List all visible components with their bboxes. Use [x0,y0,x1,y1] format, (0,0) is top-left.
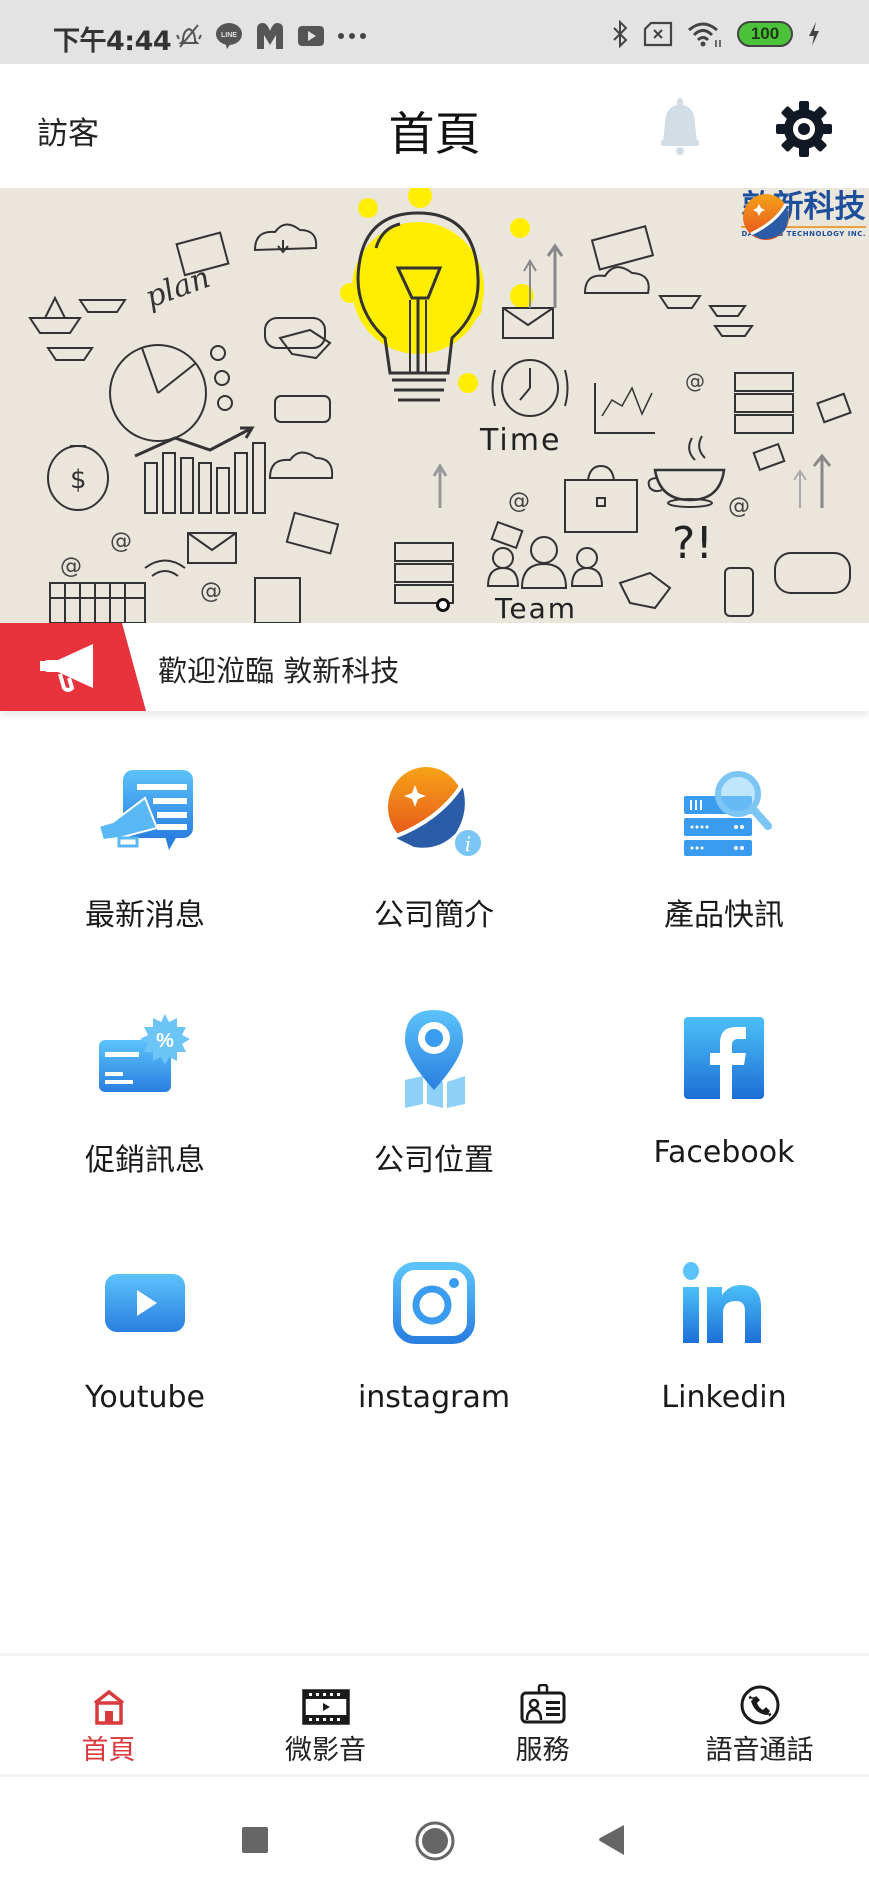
product-search-icon [684,771,772,856]
charging-icon [809,22,819,46]
youtube-icon [105,1274,185,1332]
phone-call-icon [740,1685,779,1725]
recents-square-icon [242,1827,268,1853]
news-megaphone-icon [97,770,193,850]
svg-text:@: @ [200,579,222,604]
grid-item-facebook[interactable]: Facebook [579,980,869,1225]
tab-voice-call[interactable]: 語音通話 [651,1656,868,1774]
svg-text:@: @ [728,494,750,519]
grid-item-label: 產品快訊 [664,898,784,933]
grid-item-promotions[interactable]: % 促銷訊息 [0,980,290,1225]
m-app-icon [257,23,283,49]
grid-item-youtube[interactable]: Youtube [0,1225,290,1470]
announcement-text: 歡迎涖臨 敦新科技 [158,654,400,688]
battery-icon: 100 [737,21,793,47]
grid-item-news[interactable]: 最新消息 [0,735,290,980]
megaphone-icon [40,644,93,692]
bell-icon[interactable] [655,96,705,156]
grid-item-location[interactable]: 公司位置 [289,980,579,1225]
tab-home[interactable]: 首頁 [0,1656,217,1774]
bluetooth-icon [613,20,628,48]
tab-label: 微影音 [285,1735,366,1766]
bottom-tab-bar: 首頁 微影音 服務 語音通話 [0,1653,869,1777]
wifi-icon [688,22,721,47]
grid-item-label: 公司簡介 [374,898,494,933]
mute-bell-icon [176,24,202,48]
app-header: 訪客 首頁 [0,64,869,188]
announcement-badge [0,623,146,711]
film-icon [301,1689,350,1725]
tab-label: 語音通話 [705,1735,814,1766]
svg-text:@: @ [110,529,132,554]
banner-carousel[interactable]: plan $ Time ?! Team @ @ @ @ @ @ 敦新科技 DAW… [0,188,869,623]
promo-card-icon: % [99,1014,190,1092]
svg-text:@: @ [508,489,530,514]
map-pin-icon [405,1010,465,1108]
svg-text:@: @ [685,369,705,393]
grid-item-label: 公司位置 [374,1143,494,1178]
tab-label: 服務 [515,1735,570,1766]
status-time: 下午4:44 [53,26,172,57]
system-icons: 100 [611,20,821,48]
grid-item-label: 最新消息 [85,898,205,933]
svg-text:LINE: LINE [221,32,237,39]
company-info-icon: i [388,767,483,858]
notification-icons: LINE [175,22,367,50]
instagram-icon [393,1262,475,1344]
svg-text:@: @ [60,554,82,579]
status-bar: 下午4:44 LINE 100 [0,0,869,64]
tab-label: 首頁 [81,1735,136,1766]
facebook-icon [684,1017,764,1099]
svg-text:%: % [156,1030,174,1052]
grid-item-label: Facebook [653,1135,795,1170]
grid-item-products[interactable]: 產品快訊 [579,735,869,980]
youtube-app-icon [298,26,324,46]
svg-text:plan: plan [141,260,215,315]
grid-item-linkedin[interactable]: Linkedin [579,1225,869,1470]
more-dots-icon [338,33,366,39]
carousel-indicator[interactable] [436,598,450,612]
company-logo: 敦新科技 DAWNING TECHNOLOGY INC. [741,192,866,240]
id-badge-icon [520,1684,565,1724]
linkedin-icon [683,1262,761,1343]
svg-text:Team: Team [494,592,577,623]
recents-button[interactable] [242,1827,268,1857]
grid-item-instagram[interactable]: instagram [289,1225,579,1470]
svg-text:i: i [465,832,471,856]
logo-emblem-icon [743,194,790,240]
home-circle-icon [415,1821,455,1861]
system-navigation-bar [0,1780,869,1882]
tab-services[interactable]: 服務 [434,1656,651,1774]
grid-item-label: instagram [357,1380,511,1415]
grid-item-label: 促銷訊息 [85,1143,205,1178]
back-triangle-icon [599,1825,624,1855]
back-button[interactable] [598,1825,626,1859]
gear-icon[interactable] [775,100,833,158]
svg-text:?!: ?! [672,518,713,569]
no-sim-icon [643,21,673,47]
banner-doodle-illustration: plan $ Time ?! Team @ @ @ @ @ @ [28,188,852,623]
line-app-icon: LINE [216,23,242,49]
tab-video[interactable]: 微影音 [217,1656,434,1774]
grid-item-label: Linkedin [661,1380,787,1415]
home-icon [93,1689,124,1725]
battery-level: 100 [750,24,780,43]
grid-item-company-info[interactable]: i 公司簡介 [289,735,579,980]
page-title: 首頁 [388,107,481,161]
announcement-bar[interactable]: 歡迎涖臨 敦新科技 [0,623,869,711]
svg-text:Time: Time [479,423,561,458]
svg-text:$: $ [70,465,87,495]
grid-item-label: Youtube [85,1380,205,1415]
home-button[interactable] [415,1821,455,1865]
